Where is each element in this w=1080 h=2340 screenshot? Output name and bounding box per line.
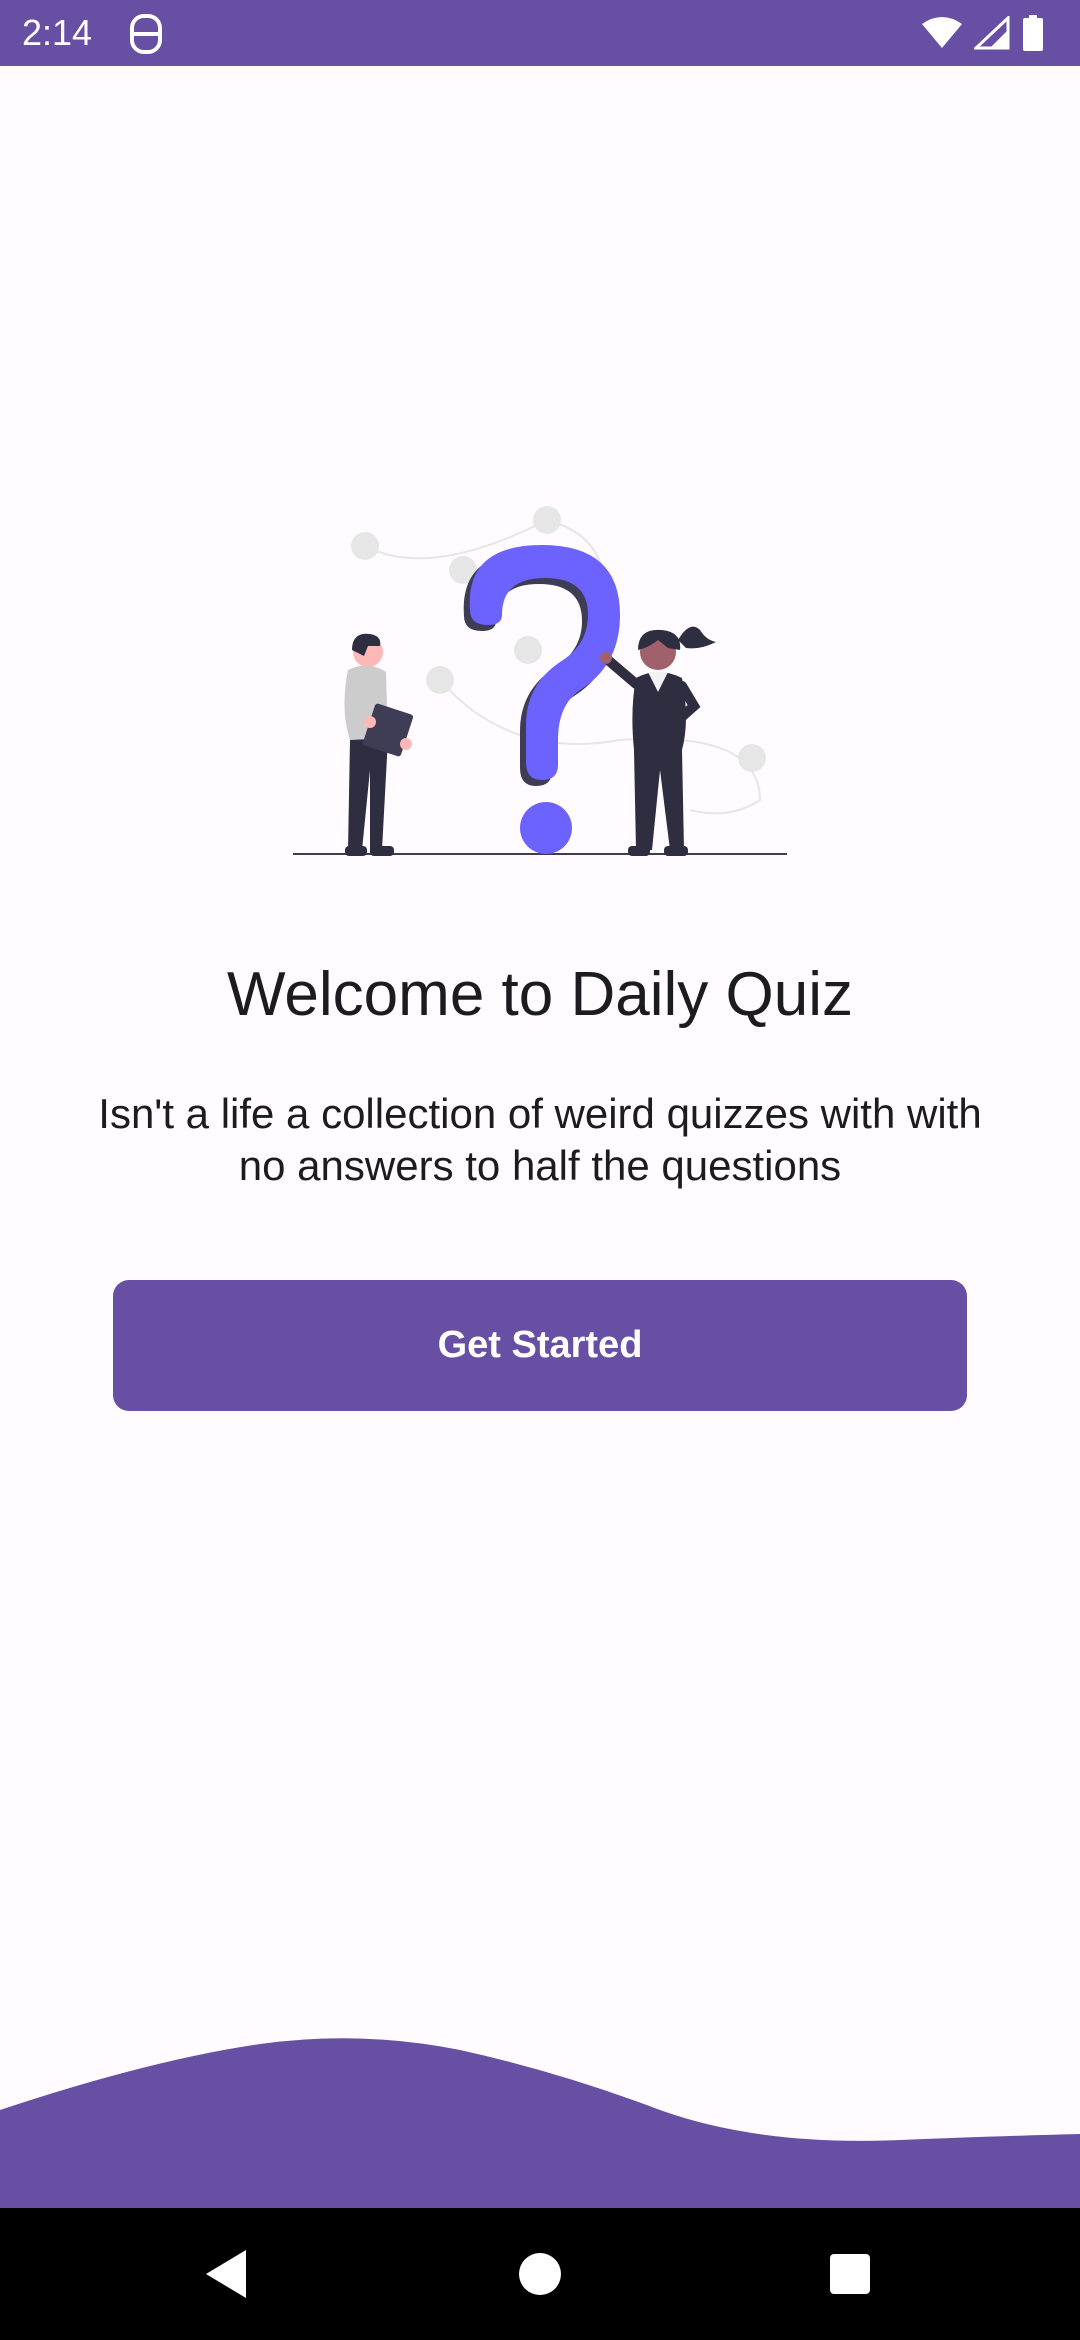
home-button[interactable]	[502, 2236, 578, 2312]
recents-icon	[830, 2254, 870, 2294]
welcome-title: Welcome to Daily Quiz	[227, 960, 853, 1029]
status-icons	[922, 14, 1044, 52]
status-time: 2:14	[22, 12, 93, 53]
wifi-icon	[922, 17, 962, 48]
battery-icon	[1023, 15, 1043, 51]
quiz-illustration	[293, 506, 787, 856]
back-button[interactable]	[188, 2236, 264, 2312]
question-mark	[463, 545, 620, 854]
man-figure	[344, 633, 414, 856]
welcome-subtitle: Isn't a life a collection of weird quizz…	[98, 1090, 982, 1189]
system-navigation-bar	[0, 2208, 1080, 2340]
status-bar: 2:14	[0, 0, 1080, 66]
signal-icon	[974, 16, 1010, 50]
recents-button[interactable]	[812, 2236, 888, 2312]
get-started-button[interactable]: Get Started	[113, 1280, 967, 1411]
app-notification-icon	[130, 14, 162, 54]
home-icon	[519, 2253, 561, 2295]
bottom-wave-decoration	[0, 2038, 1080, 2208]
back-icon	[206, 2250, 246, 2298]
